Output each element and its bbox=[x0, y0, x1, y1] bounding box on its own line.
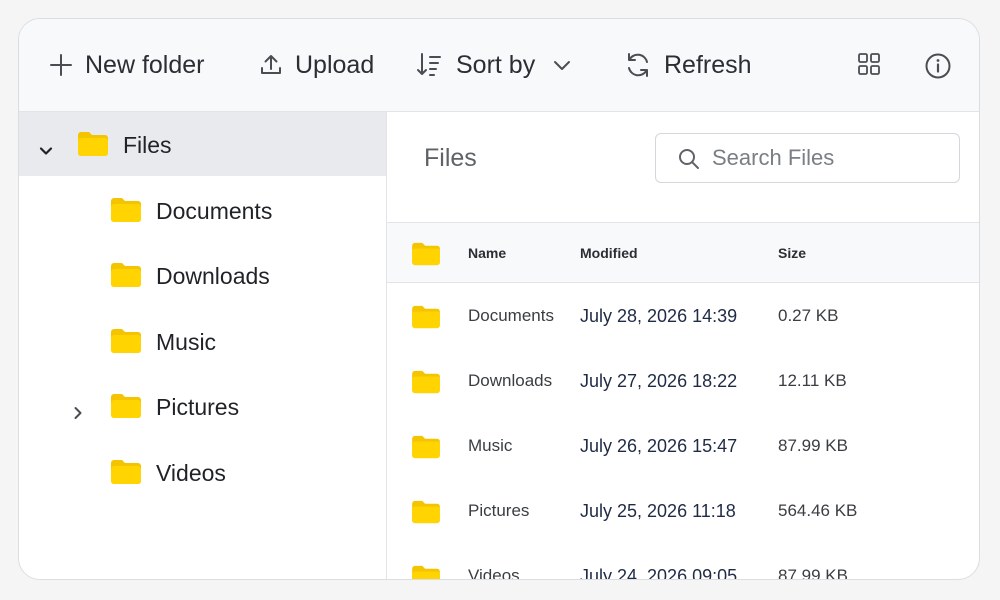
table-row[interactable]: Pictures July 25, 2026 11:18 564.46 KB bbox=[387, 478, 979, 543]
tree-item-pictures[interactable]: Pictures bbox=[19, 374, 386, 438]
table-header: Name Modified Size bbox=[387, 222, 979, 283]
folder-icon bbox=[411, 305, 441, 329]
folder-icon bbox=[411, 242, 441, 271]
table-row[interactable]: Music July 26, 2026 15:47 87.99 KB bbox=[387, 413, 979, 478]
table-row[interactable]: Documents July 28, 2026 14:39 0.27 KB bbox=[387, 283, 979, 348]
column-header-size[interactable]: Size bbox=[778, 245, 806, 261]
cell-modified: July 26, 2026 15:47 bbox=[580, 436, 738, 456]
cell-size: 0.27 KB bbox=[778, 306, 839, 325]
toolbar: New folder Upload Sort by Refresh bbox=[19, 19, 979, 112]
folder-icon bbox=[411, 500, 441, 524]
page-title: Files bbox=[424, 144, 477, 172]
tree-item-music[interactable]: Music bbox=[19, 309, 386, 373]
search-box[interactable] bbox=[655, 133, 960, 183]
cell-modified: July 25, 2026 11:18 bbox=[580, 501, 736, 521]
upload-button[interactable]: Upload bbox=[259, 47, 374, 83]
folder-icon bbox=[411, 435, 441, 459]
grid-view-icon[interactable] bbox=[857, 52, 883, 78]
folder-icon bbox=[411, 370, 441, 394]
tree-item-label: Documents bbox=[156, 198, 273, 224]
cell-modified: July 27, 2026 18:22 bbox=[580, 371, 738, 391]
search-icon bbox=[679, 149, 699, 169]
folder-icon bbox=[110, 459, 142, 485]
new-folder-label: New folder bbox=[85, 50, 205, 79]
folder-icon bbox=[110, 393, 142, 419]
cell-name: Pictures bbox=[468, 501, 530, 520]
cell-size: 564.46 KB bbox=[778, 501, 858, 520]
info-icon[interactable] bbox=[924, 52, 951, 79]
tree-item-label: Files bbox=[123, 132, 172, 158]
cell-size: 87.99 KB bbox=[778, 436, 848, 455]
folder-tree: Files Documents Downloads Music Pictures… bbox=[19, 112, 387, 579]
folder-icon bbox=[110, 262, 142, 288]
upload-icon bbox=[259, 53, 283, 77]
cell-size: 87.99 KB bbox=[778, 566, 848, 580]
cell-name: Music bbox=[468, 436, 513, 455]
tree-item-files[interactable]: Files bbox=[19, 112, 386, 176]
cell-modified: July 28, 2026 14:39 bbox=[580, 306, 738, 326]
refresh-label: Refresh bbox=[664, 50, 752, 79]
tree-item-downloads[interactable]: Downloads bbox=[19, 243, 386, 307]
cell-modified: July 24, 2026 09:05 bbox=[580, 566, 738, 580]
chevron-down-icon[interactable] bbox=[39, 137, 53, 155]
upload-label: Upload bbox=[295, 50, 375, 79]
column-header-name[interactable]: Name bbox=[468, 245, 506, 261]
table-row[interactable]: Downloads July 27, 2026 18:22 12.11 KB bbox=[387, 348, 979, 413]
sort-icon bbox=[416, 51, 444, 79]
tree-item-label: Music bbox=[156, 329, 217, 355]
tree-item-videos[interactable]: Videos bbox=[19, 440, 386, 504]
cell-size: 12.11 KB bbox=[778, 371, 847, 390]
folder-icon bbox=[110, 328, 142, 354]
chevron-right-icon[interactable] bbox=[71, 399, 85, 419]
folder-icon bbox=[411, 565, 441, 579]
chevron-down-icon bbox=[551, 54, 573, 76]
tree-item-documents[interactable]: Documents bbox=[19, 178, 386, 242]
file-list-pane: Files Name Modified Size Documents July … bbox=[387, 112, 979, 579]
sort-by-label: Sort by bbox=[456, 50, 536, 79]
refresh-button[interactable]: Refresh bbox=[624, 47, 752, 83]
search-input[interactable] bbox=[710, 142, 944, 174]
table-row[interactable]: Videos July 24, 2026 09:05 87.99 KB bbox=[387, 543, 979, 580]
refresh-icon bbox=[624, 51, 652, 79]
file-manager-window: New folder Upload Sort by Refresh Files … bbox=[18, 18, 980, 580]
tree-item-label: Downloads bbox=[156, 263, 270, 289]
folder-icon bbox=[77, 131, 109, 157]
tree-item-label: Videos bbox=[156, 460, 226, 486]
cell-name: Videos bbox=[468, 566, 520, 580]
column-header-modified[interactable]: Modified bbox=[580, 245, 638, 261]
tree-item-label: Pictures bbox=[156, 394, 240, 420]
new-folder-button[interactable]: New folder bbox=[49, 47, 205, 83]
sort-by-button[interactable]: Sort by bbox=[416, 47, 573, 83]
cell-name: Downloads bbox=[468, 371, 553, 390]
folder-icon bbox=[110, 197, 142, 223]
plus-icon bbox=[49, 53, 73, 77]
cell-name: Documents bbox=[468, 306, 554, 325]
